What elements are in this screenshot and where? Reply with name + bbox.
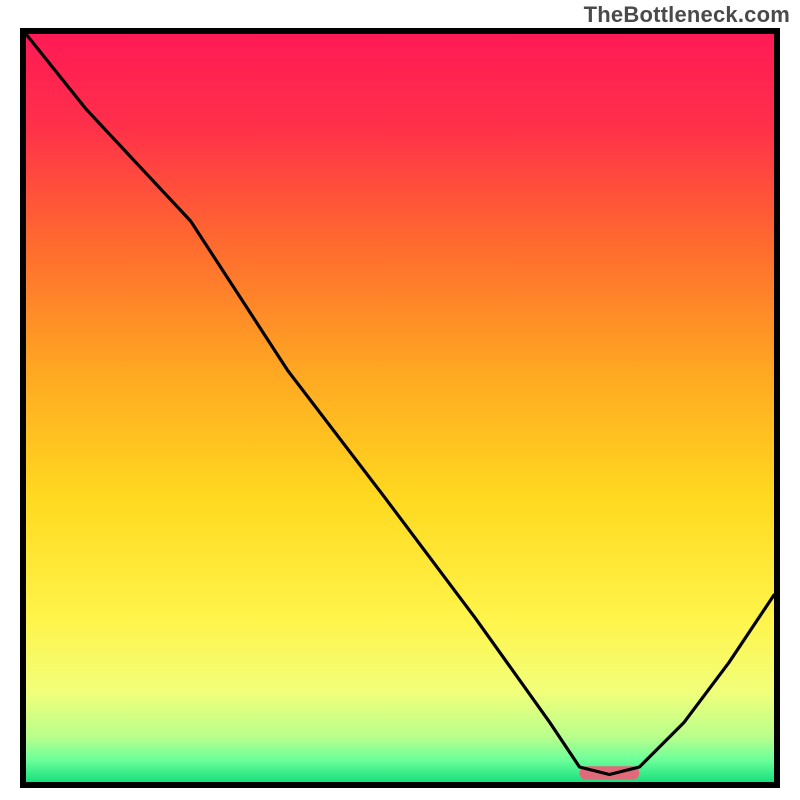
chart-svg bbox=[20, 28, 780, 788]
plot-background bbox=[26, 34, 774, 782]
bottleneck-chart bbox=[20, 28, 780, 788]
attribution-text: TheBottleneck.com bbox=[584, 2, 790, 28]
